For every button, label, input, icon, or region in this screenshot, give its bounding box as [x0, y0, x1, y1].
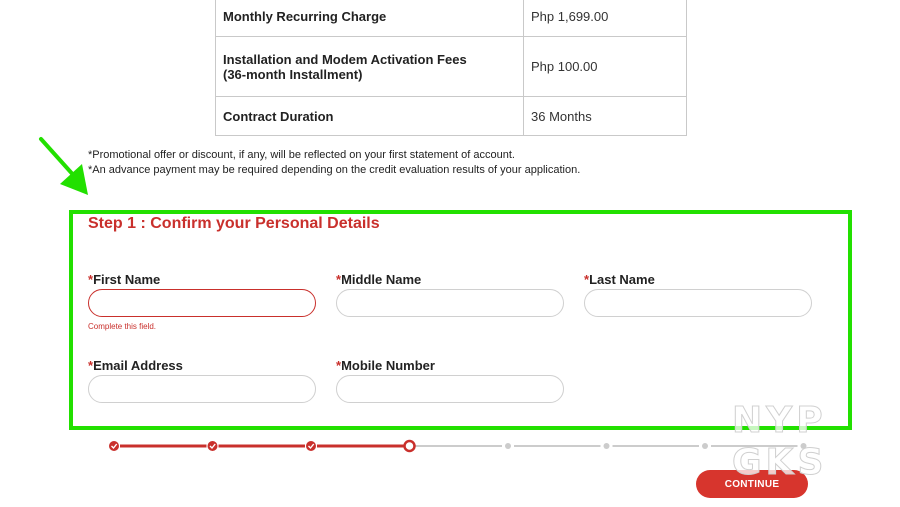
disclaimer-line: *An advance payment may be required depe…	[88, 164, 581, 176]
disclaimer-notes: *Promotional offer or discount, if any, …	[88, 148, 580, 178]
progress-step-complete	[306, 441, 316, 451]
table-row: Installation and Modem Activation Fees (…	[215, 36, 687, 97]
middle-name-label: *Middle Name	[336, 272, 421, 287]
disclaimer-line: *Promotional offer or discount, if any, …	[88, 149, 515, 161]
progress-step-pending	[603, 443, 610, 449]
label-text: First Name	[93, 272, 161, 287]
first-name-error: Complete this field.	[88, 322, 157, 331]
progress-step-complete	[109, 441, 119, 451]
middle-name-input[interactable]	[336, 289, 564, 317]
row-label: Monthly Recurring Charge	[215, 0, 524, 37]
mobile-label: *Mobile Number	[336, 358, 435, 373]
site-watermark: NYP GKS	[732, 400, 827, 481]
watermark-line: GKS	[732, 442, 827, 480]
label-text: Last Name	[589, 272, 655, 287]
last-name-label: *Last Name	[584, 272, 655, 287]
label-text: Mobile Number	[341, 358, 435, 373]
table-row: Contract Duration 36 Months	[215, 96, 687, 136]
check-icon	[111, 443, 118, 450]
step-title: Step 1 : Confirm your Personal Details	[88, 215, 380, 232]
watermark-line: NYP	[732, 400, 827, 441]
green-arrow-annotation	[39, 137, 88, 195]
first-name-input[interactable]	[88, 289, 316, 317]
row-value: Php 1,699.00	[523, 0, 687, 37]
first-name-label: *First Name	[88, 272, 160, 287]
row-label: Contract Duration	[215, 96, 524, 136]
last-name-input[interactable]	[584, 289, 812, 317]
check-icon	[308, 443, 315, 450]
progress-step-current	[403, 439, 416, 453]
label-text: Middle Name	[341, 272, 422, 287]
table-row: Monthly Recurring Charge Php 1,699.00	[215, 0, 687, 37]
progress-step-pending	[505, 443, 511, 449]
email-input[interactable]	[88, 375, 316, 403]
row-value: Php 100.00	[523, 36, 687, 97]
row-value: 36 Months	[523, 96, 687, 136]
row-label-line: (36-month Installment)	[223, 66, 363, 82]
mobile-input[interactable]	[336, 375, 564, 403]
check-icon	[209, 443, 216, 450]
label-text: Email Address	[93, 358, 183, 373]
row-label-line: Installation and Modem Activation Fees	[223, 51, 467, 67]
progress-step-complete	[207, 441, 218, 451]
plan-summary-table: Monthly Recurring Charge Php 1,699.00 In…	[215, 0, 687, 136]
progress-step-pending	[702, 443, 708, 449]
row-label: Installation and Modem Activation Fees (…	[215, 36, 524, 97]
email-label: *Email Address	[88, 358, 183, 373]
